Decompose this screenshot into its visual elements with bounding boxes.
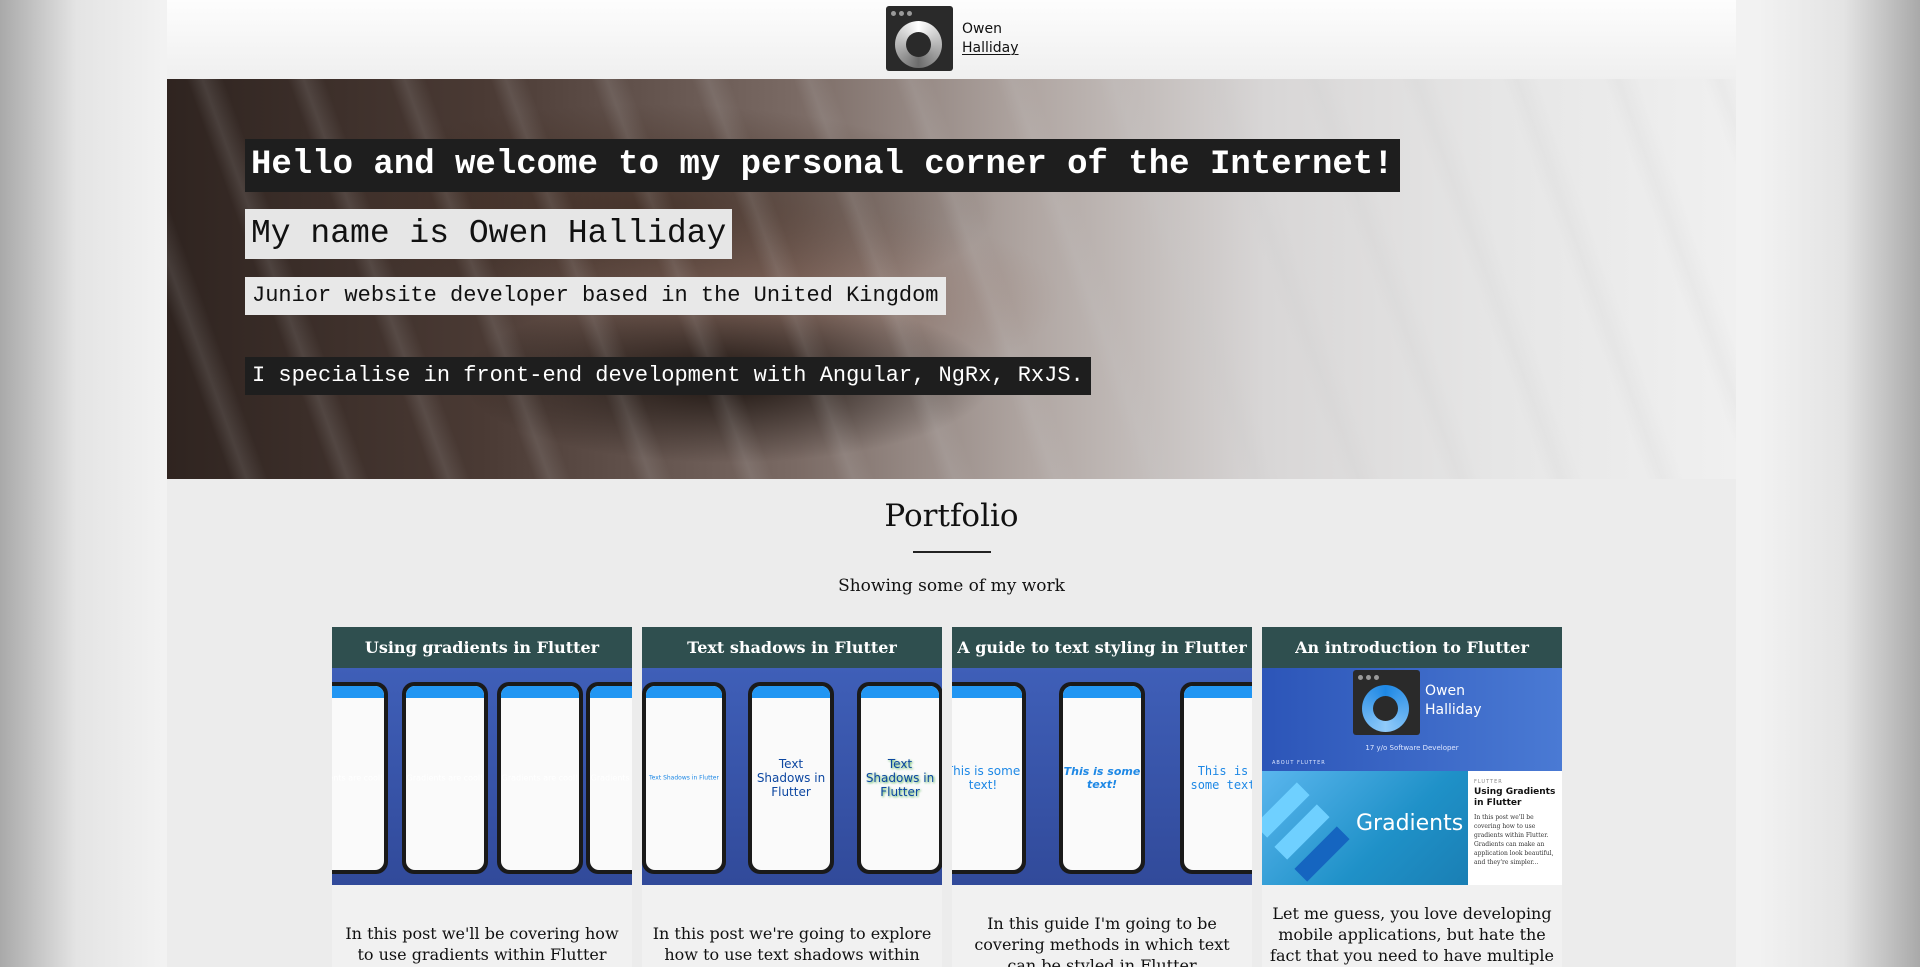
phone-mockup: Text Shadows in Flutter (642, 682, 726, 874)
banner-word: Gradients (1356, 811, 1464, 836)
card-image[interactable]: This is some text! This is some text! Th… (952, 668, 1252, 885)
portfolio-card[interactable]: An introduction to Flutter Owen Halliday… (1262, 627, 1562, 967)
card-title[interactable]: An introduction to Flutter (1262, 627, 1562, 668)
card-title[interactable]: Text shadows in Flutter (642, 627, 942, 668)
window-dots-icon (891, 11, 912, 16)
phone-mockup: This is some text (1180, 682, 1252, 874)
card-title[interactable]: Using gradients in Flutter (332, 627, 632, 668)
phone-mockup: Gradients are cool! (332, 682, 388, 874)
flutter-banner: Gradients (1262, 771, 1468, 885)
card-title[interactable]: A guide to text styling in Flutter (952, 627, 1252, 668)
hero-welcome-heading: Hello and welcome to my personal corner … (245, 139, 1400, 192)
blog-post-preview: Gradients FLUTTER Using Gradients in Flu… (1262, 771, 1562, 885)
hero-role-text: Junior website developer based in the Un… (245, 277, 946, 315)
phone-mockup: Gradients are cool! (497, 682, 583, 874)
portfolio-card[interactable]: Text shadows in Flutter Text Shadows in … (642, 627, 942, 967)
blog-name: Owen Halliday (1425, 683, 1482, 718)
phone-mockup: Gradients are cool! (402, 682, 488, 874)
blog-nav: ABOUT FLUTTER (1272, 760, 1326, 766)
blog-header-preview: Owen Halliday 17 y/o Software Developer … (1262, 668, 1562, 771)
site-logo[interactable] (886, 6, 953, 71)
card-image[interactable]: Owen Halliday 17 y/o Software Developer … (1262, 668, 1562, 885)
post-summary: FLUTTER Using Gradients in Flutter In th… (1468, 771, 1562, 885)
site-name-last: Halliday (962, 40, 1019, 56)
portfolio-card[interactable]: A guide to text styling in Flutter This … (952, 627, 1252, 967)
hero-banner: Hello and welcome to my personal corner … (167, 79, 1736, 479)
card-description: Let me guess, you love developing mobile… (1270, 904, 1554, 965)
hero-specialty-text: I specialise in front-end development wi… (245, 357, 1091, 395)
card-description: In this post we're going to explore how … (652, 924, 932, 967)
title-divider (913, 551, 991, 553)
portfolio-title: Portfolio (884, 498, 1019, 534)
blog-tagline: 17 y/o Software Developer (1365, 744, 1459, 752)
page: Owen Halliday Hello and welcome to my pe… (167, 0, 1736, 967)
portfolio-subtitle: Showing some of my work (838, 576, 1065, 596)
phone-mockup: This is some text! (952, 682, 1026, 874)
site-header: Owen Halliday (167, 0, 1736, 79)
site-name[interactable]: Owen Halliday (962, 20, 1042, 58)
phone-mockup: Text Shadows in Flutter (857, 682, 942, 874)
card-description: In this post we'll be covering how to us… (345, 924, 619, 964)
site-name-first: Owen (962, 21, 1002, 37)
ring-logo-icon (895, 21, 942, 68)
phone-mockup: This is some text! (1059, 682, 1145, 874)
card-image[interactable]: Text Shadows in Flutter Text Shadows in … (642, 668, 942, 885)
card-image[interactable]: Gradients are cool! Gradients are cool! … (332, 668, 632, 885)
blog-logo-icon (1353, 670, 1420, 735)
phone-mockup: Gradients are cool! (586, 682, 632, 874)
card-description: In this guide I'm going to be covering m… (974, 914, 1230, 967)
hero-name-heading: My name is Owen Halliday (245, 209, 733, 259)
phone-mockup: Text Shadows in Flutter (748, 682, 834, 874)
portfolio-card[interactable]: Using gradients in Flutter Gradients are… (332, 627, 632, 967)
